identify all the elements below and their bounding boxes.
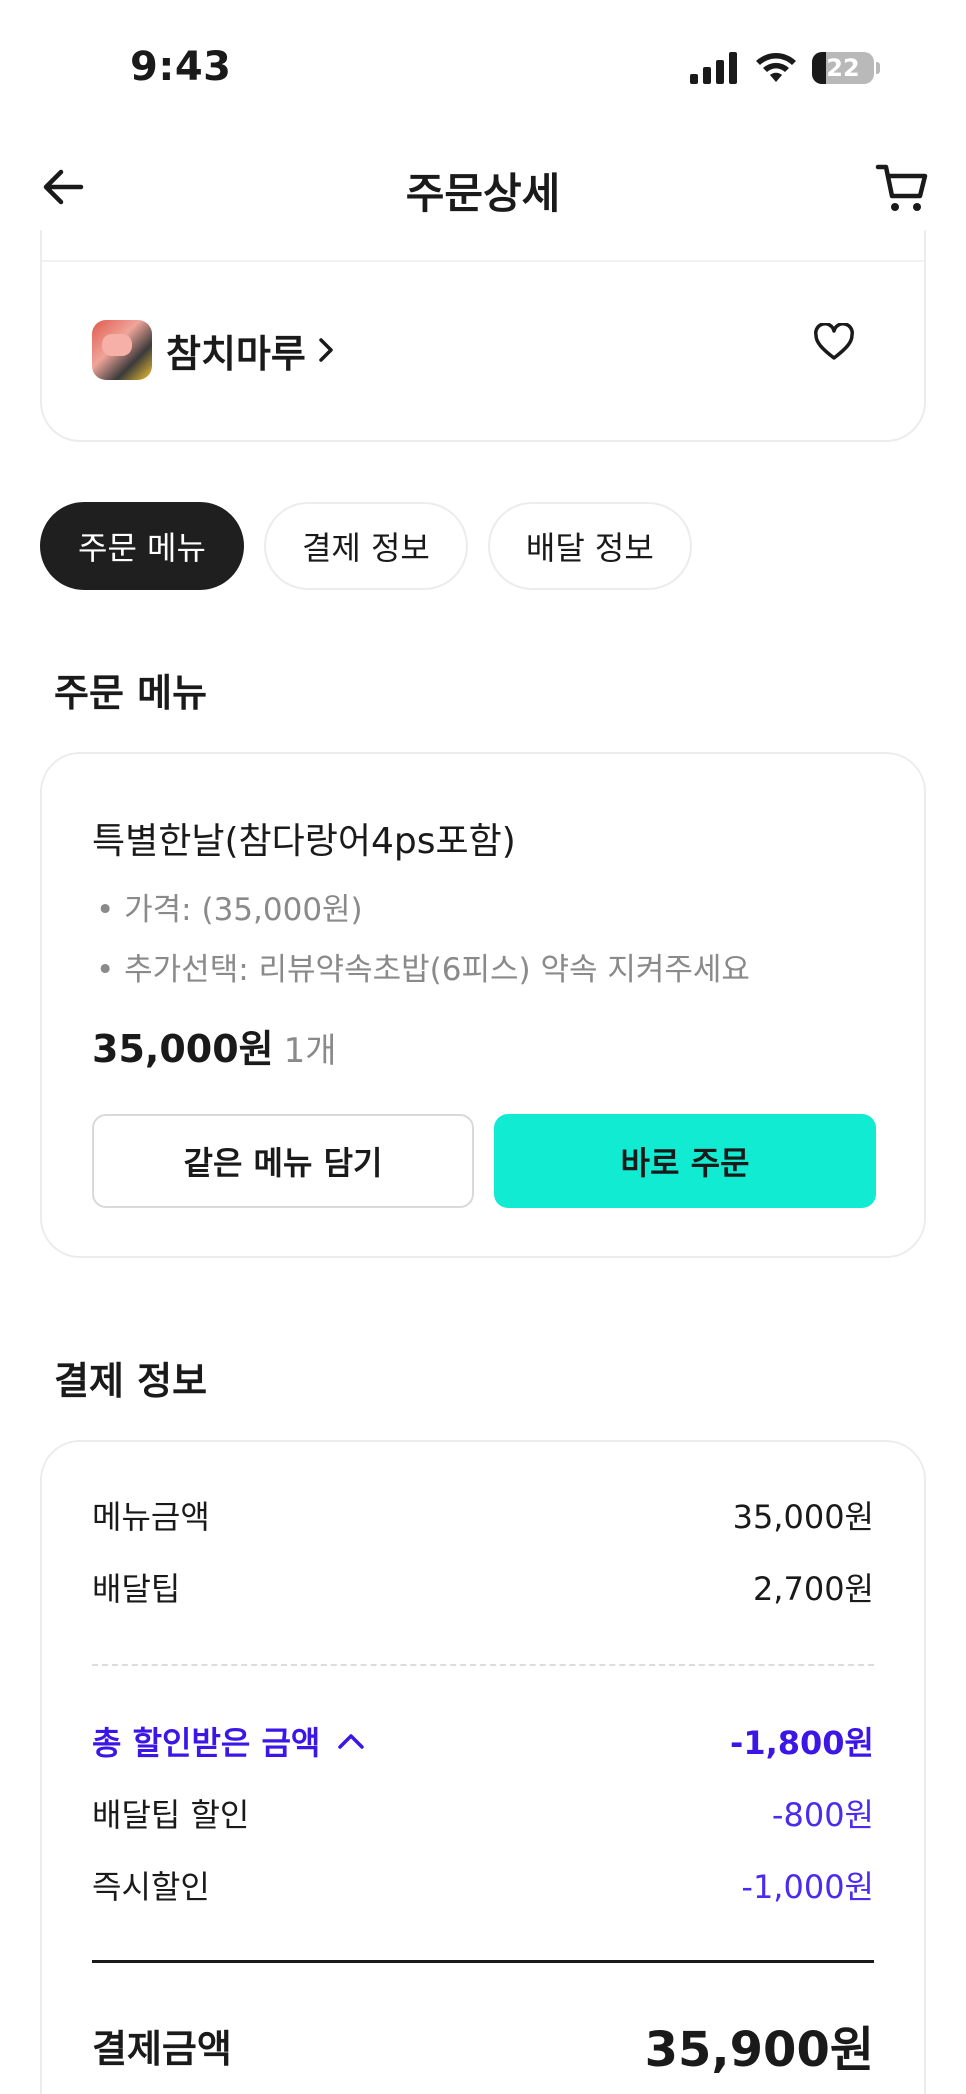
instant-discount-label: 즉시할인 (92, 1868, 210, 1906)
favorite-button[interactable] (810, 318, 858, 366)
battery-icon: 22 (812, 52, 874, 84)
menu-amount-label: 메뉴금액 (92, 1498, 210, 1536)
menu-quantity: 1개 (283, 1031, 337, 1071)
store-name: 참치마루 (166, 331, 306, 376)
menu-amount-row: 메뉴금액 35,000원 (92, 1492, 874, 1538)
total-value: 35,900원 (644, 2022, 874, 2078)
page-title: 주문상세 (405, 169, 561, 218)
tab-order-menu[interactable]: 주문 메뉴 (40, 502, 244, 590)
heart-icon (814, 323, 854, 360)
total-label: 결제금액 (92, 2026, 232, 2071)
instant-discount-row: 즉시할인 -1,000원 (92, 1862, 874, 1908)
section-tabs: 주문 메뉴 결제 정보 배달 정보 (40, 502, 692, 590)
discount-total-label: 총 할인받은 금액 (92, 1724, 321, 1762)
status-time: 9:43 (130, 44, 232, 90)
menu-option: • 추가선택: 리뷰약속초밥(6피스) 약속 지켜주세요 (96, 952, 750, 988)
instant-discount-value: -1,000원 (741, 1868, 874, 1906)
cart-button[interactable] (874, 160, 930, 216)
delivery-tip-discount-value: -800원 (771, 1796, 874, 1834)
chevron-right-icon (316, 335, 336, 365)
dashed-divider (92, 1664, 874, 1666)
store-card: 참치마루 (40, 230, 926, 442)
delivery-tip-label: 배달팁 (92, 1570, 181, 1608)
signal-icon (690, 52, 737, 84)
menu-item-name: 특별한날(참다랑어4ps포함) (92, 821, 516, 862)
delivery-tip-row: 배달팁 2,700원 (92, 1564, 874, 1610)
discount-total-value: -1,800원 (730, 1724, 874, 1762)
tab-delivery-info[interactable]: 배달 정보 (487, 502, 692, 590)
total-row: 결제금액 35,900원 (92, 2010, 874, 2080)
status-bar: 9:43 22 (0, 0, 966, 140)
cart-icon (875, 164, 928, 211)
total-divider (92, 1960, 874, 1963)
wifi-icon (756, 53, 796, 82)
menu-price: 35,000원 1개 (92, 1018, 337, 1073)
status-icons: 22 (690, 52, 880, 84)
menu-option: • 가격: (35,000원) (96, 892, 363, 928)
delivery-tip-discount-row: 배달팁 할인 -800원 (92, 1790, 874, 1836)
discount-total-row[interactable]: 총 할인받은 금액 -1,800원 (92, 1718, 874, 1764)
add-same-menu-button[interactable]: 같은 메뉴 담기 (92, 1114, 474, 1208)
delivery-tip-value: 2,700원 (752, 1570, 874, 1608)
order-now-button[interactable]: 바로 주문 (494, 1114, 876, 1208)
store-logo (92, 320, 152, 380)
store-link[interactable]: 참치마루 (92, 320, 336, 380)
delivery-tip-discount-label: 배달팁 할인 (92, 1796, 250, 1834)
menu-price-value: 35,000원 (92, 1027, 274, 1071)
payment-card: 메뉴금액 35,000원 배달팁 2,700원 총 할인받은 금액 -1,800… (40, 1440, 926, 2094)
menu-amount-value: 35,000원 (732, 1498, 874, 1536)
order-menu-title: 주문 메뉴 (54, 671, 208, 715)
menu-card: 특별한날(참다랑어4ps포함) • 가격: (35,000원) • 추가선택: … (40, 752, 926, 1258)
chevron-up-icon (338, 1734, 365, 1749)
battery-level: 22 (826, 54, 860, 82)
tab-payment-info[interactable]: 결제 정보 (263, 502, 468, 590)
discount-toggle[interactable]: 총 할인받은 금액 (92, 1718, 368, 1764)
payment-info-title: 결제 정보 (54, 1359, 208, 1403)
